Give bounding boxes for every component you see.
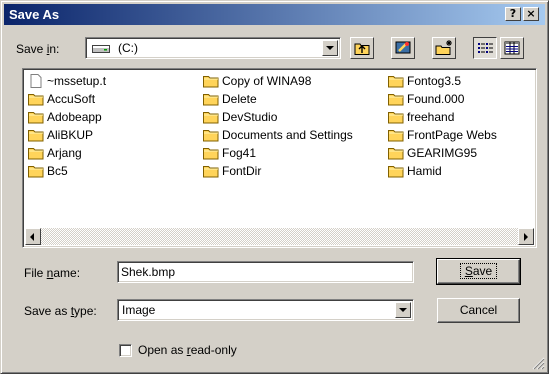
read-only-checkbox[interactable] (119, 344, 132, 357)
cancel-button[interactable]: Cancel (437, 298, 520, 323)
save-as-type-label: Save as type: (24, 304, 97, 318)
help-button[interactable]: ? (505, 7, 521, 21)
file-name: Arjang (47, 146, 82, 160)
file-name: FontDir (222, 164, 262, 178)
details-view-icon (504, 41, 520, 55)
file-name: GEARIMG95 (407, 146, 478, 160)
up-folder-icon (354, 43, 370, 55)
save-in-label: Save in: (16, 42, 60, 56)
save-as-type-value: Image (122, 303, 156, 317)
file-name: Bc5 (47, 164, 68, 178)
file-name: DevStudio (222, 110, 278, 124)
folder-icon (388, 164, 404, 178)
folder-icon (388, 146, 404, 160)
folder-icon (203, 128, 219, 142)
save-in-dropdown[interactable]: (C:) (85, 37, 341, 59)
details-view-button[interactable] (500, 37, 524, 59)
file-name: Copy of WINA98 (222, 74, 312, 88)
file-name: Adobeapp (47, 110, 102, 124)
folder-icon (203, 110, 219, 124)
dialog-title: Save As (9, 7, 60, 22)
file-name: Documents and Settings (222, 128, 353, 142)
folder-icon (388, 110, 404, 124)
file-name: Fontog3.5 (407, 74, 462, 88)
resize-grip-icon[interactable] (532, 357, 545, 370)
file-name: AliBKUP (47, 128, 94, 142)
close-button[interactable]: × (523, 7, 539, 21)
folder-icon (203, 164, 219, 178)
file-name: freehand (407, 110, 455, 124)
folder-icon (388, 128, 404, 142)
file-icon (28, 74, 44, 88)
file-name: Fog41 (222, 146, 257, 160)
save-as-type-dropdown[interactable]: Image (117, 299, 414, 321)
file-list[interactable]: ~mssetup.t AccuSoft Adobeapp AliBKUP Arjang B… (22, 68, 537, 248)
folder-icon (203, 146, 219, 160)
read-only-label[interactable]: Open as read-only (138, 342, 237, 358)
folder-icon (28, 164, 44, 178)
desktop-button[interactable] (391, 37, 415, 59)
file-name: FrontPage Webs (407, 128, 497, 142)
folder-icon (203, 74, 219, 88)
file-name: Delete (222, 92, 257, 106)
list-view-button[interactable] (473, 37, 497, 59)
scroll-right-button[interactable] (518, 228, 534, 245)
save-as-dialog: Save As ? × Save in: (C:) ~mssetup.t Acc… (0, 0, 549, 374)
folder-icon (28, 128, 44, 142)
new-folder-icon (435, 40, 452, 55)
folder-icon (203, 92, 219, 106)
chevron-down-icon[interactable] (395, 302, 411, 318)
up-one-level-button[interactable] (350, 37, 374, 59)
chevron-down-icon[interactable] (322, 40, 338, 56)
file-name: Found.000 (407, 92, 465, 106)
horizontal-scrollbar[interactable] (25, 228, 534, 245)
folder-icon (28, 110, 44, 124)
create-new-folder-button[interactable] (432, 37, 456, 59)
file-name: ~mssetup.t (47, 74, 107, 88)
desktop-icon (395, 41, 411, 54)
save-button[interactable]: Save (436, 258, 521, 285)
save-in-value: (C:) (118, 41, 138, 55)
folder-icon (28, 146, 44, 160)
file-name: Hamid (407, 164, 442, 178)
file-name-text[interactable] (121, 264, 410, 280)
drive-icon (92, 43, 110, 57)
file-name-label: File name: (24, 266, 81, 280)
title-bar[interactable]: Save As ? × (4, 4, 545, 25)
file-name-input[interactable] (117, 261, 414, 283)
scroll-left-button[interactable] (25, 228, 41, 245)
folder-icon (28, 92, 44, 106)
folder-icon (388, 92, 404, 106)
folder-icon (388, 74, 404, 88)
list-view-icon (478, 43, 493, 53)
file-name: AccuSoft (47, 92, 96, 106)
